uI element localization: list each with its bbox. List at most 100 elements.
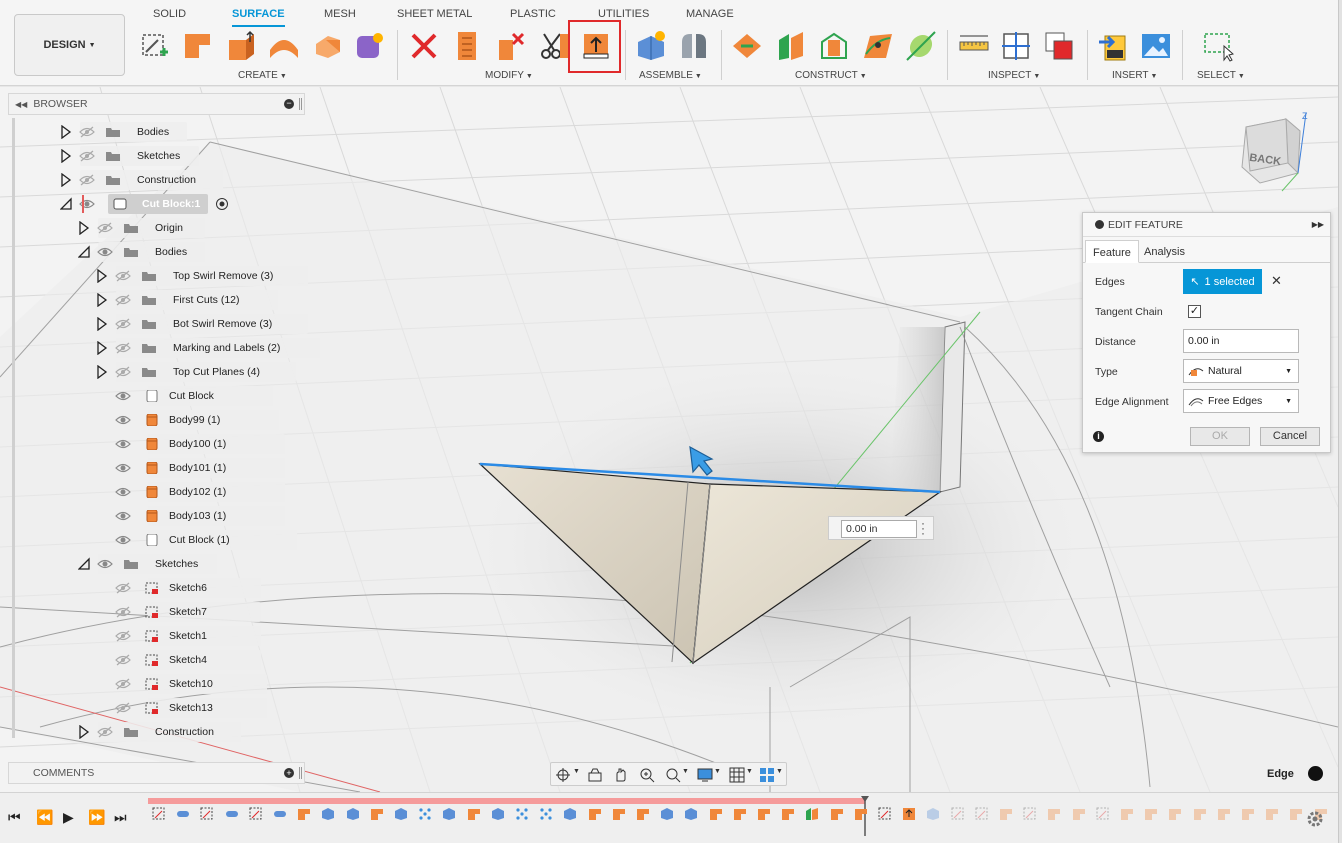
visibility-eye-icon[interactable] xyxy=(115,486,131,498)
expand-arrow-icon[interactable] xyxy=(60,149,72,163)
timeline-feature-icon[interactable] xyxy=(660,807,674,821)
visibility-eye-icon[interactable] xyxy=(97,558,113,570)
browser-item[interactable]: Sketch10 xyxy=(0,673,310,695)
timeline-feature-icon[interactable] xyxy=(999,807,1013,821)
hidden-eye-icon[interactable] xyxy=(97,726,113,738)
visibility-eye-icon[interactable] xyxy=(115,510,131,522)
gear-icon[interactable] xyxy=(1306,810,1324,828)
tangent-plane-icon[interactable] xyxy=(818,30,850,62)
measure-icon[interactable] xyxy=(958,30,990,62)
expand-arrow-icon[interactable] xyxy=(96,341,108,355)
hidden-eye-icon[interactable] xyxy=(79,150,95,162)
browser-item[interactable]: Body100 (1) xyxy=(0,433,310,455)
construct-menu[interactable]: CONSTRUCT ▼ xyxy=(795,70,867,81)
look-at-icon[interactable] xyxy=(587,767,603,783)
selection-filter-icon[interactable] xyxy=(1308,766,1323,781)
timeline-feature-icon[interactable] xyxy=(781,807,795,821)
hidden-eye-icon[interactable] xyxy=(79,174,95,186)
caret-down-icon[interactable]: ▼ xyxy=(714,768,721,775)
browser-item[interactable]: Sketches xyxy=(0,553,310,575)
timeline-feature-icon[interactable] xyxy=(1217,807,1231,821)
browser-scrollbar[interactable] xyxy=(12,118,15,738)
tab-mesh[interactable]: MESH xyxy=(324,8,356,20)
add-comment-icon[interactable]: + xyxy=(284,768,294,778)
hidden-eye-icon[interactable] xyxy=(115,702,131,714)
extrude-surface-icon[interactable] xyxy=(182,30,214,62)
hidden-eye-icon[interactable] xyxy=(115,270,131,282)
insert-svg-icon[interactable] xyxy=(1097,30,1129,62)
timeline-feature-icon[interactable] xyxy=(1265,807,1279,821)
expand-arrow-icon[interactable] xyxy=(78,221,90,235)
clear-selection-icon[interactable]: ✕ xyxy=(1271,273,1282,289)
caret-down-icon[interactable]: ▼ xyxy=(573,768,580,775)
timeline-feature-icon[interactable] xyxy=(709,807,723,821)
timeline-feature-icon[interactable] xyxy=(1072,807,1086,821)
timeline-feature-icon[interactable] xyxy=(467,807,481,821)
inspect-menu[interactable]: INSPECT ▼ xyxy=(988,70,1040,81)
caret-down-icon[interactable]: ▼ xyxy=(682,768,689,775)
hidden-eye-icon[interactable] xyxy=(115,678,131,690)
timeline-feature-icon[interactable] xyxy=(1193,807,1207,821)
timeline-feature-icon[interactable] xyxy=(588,807,602,821)
joint-icon[interactable] xyxy=(678,30,710,62)
timeline-feature-icon[interactable] xyxy=(612,807,626,821)
hidden-eye-icon[interactable] xyxy=(115,342,131,354)
tab-manage[interactable]: MANAGE xyxy=(686,8,734,20)
delete-icon[interactable] xyxy=(408,30,440,62)
timeline-feature-icon[interactable] xyxy=(975,807,989,821)
timeline-progress-bar[interactable] xyxy=(148,798,865,804)
hidden-eye-icon[interactable] xyxy=(115,318,131,330)
expand-icon[interactable]: ▶▶ xyxy=(1312,220,1324,229)
hidden-eye-icon[interactable] xyxy=(79,126,95,138)
panel-pin-icon[interactable] xyxy=(299,98,302,110)
hidden-eye-icon[interactable] xyxy=(115,366,131,378)
distance-manipulator-input[interactable]: 0.00 in xyxy=(841,520,917,538)
timeline-feature-icon[interactable] xyxy=(539,807,553,821)
timeline-feature-icon[interactable] xyxy=(1047,807,1061,821)
hidden-eye-icon[interactable] xyxy=(115,606,131,618)
timeline-feature-icon[interactable] xyxy=(757,807,771,821)
pan-icon[interactable] xyxy=(613,767,629,783)
expand-arrow-icon[interactable] xyxy=(96,317,108,331)
timeline-feature-icon[interactable] xyxy=(297,807,311,821)
timeline-feature-icon[interactable] xyxy=(1241,807,1255,821)
timeline-feature-icon[interactable] xyxy=(249,807,263,821)
step-back-icon[interactable]: ⏪ xyxy=(36,809,53,826)
loft-icon[interactable] xyxy=(312,30,344,62)
timeline-feature-icon[interactable] xyxy=(733,807,747,821)
tab-solid[interactable]: SOLID xyxy=(153,8,186,20)
section-analysis-icon[interactable] xyxy=(1000,30,1032,62)
panel-pin-icon[interactable] xyxy=(299,767,302,779)
axis-through-cylinder-icon[interactable] xyxy=(905,30,937,62)
select-menu[interactable]: SELECT ▼ xyxy=(1197,70,1245,81)
timeline-feature-icon[interactable] xyxy=(394,807,408,821)
timeline-feature-icon[interactable] xyxy=(563,807,577,821)
interference-icon[interactable] xyxy=(1043,30,1075,62)
hidden-eye-icon[interactable] xyxy=(115,294,131,306)
timeline-feature-icon[interactable] xyxy=(346,807,360,821)
tab-utilities[interactable]: UTILITIES xyxy=(598,8,649,20)
timeline-feature-icon[interactable] xyxy=(951,807,965,821)
timeline-feature-icon[interactable] xyxy=(684,807,698,821)
browser-item[interactable]: Sketch7 xyxy=(0,601,310,623)
create-form-icon[interactable] xyxy=(354,30,386,62)
expand-arrow-icon[interactable] xyxy=(60,173,72,187)
tab-feature[interactable]: Feature xyxy=(1085,240,1139,263)
browser-item[interactable]: Sketch1 xyxy=(0,625,310,647)
browser-item[interactable]: Cut Block xyxy=(0,385,310,407)
play-icon[interactable]: ▶ xyxy=(63,809,74,826)
go-to-end-icon[interactable]: ⏭ xyxy=(114,809,127,826)
visibility-eye-icon[interactable] xyxy=(115,438,131,450)
caret-down-icon[interactable]: ▼ xyxy=(776,768,783,775)
browser-header[interactable]: ◀◀ BROWSER − xyxy=(8,93,305,115)
ok-button[interactable]: OK xyxy=(1190,427,1250,446)
expand-arrow-icon[interactable] xyxy=(60,125,72,139)
visibility-eye-icon[interactable] xyxy=(115,390,131,402)
timeline-feature-icon[interactable] xyxy=(854,807,868,821)
timeline-feature-icon[interactable] xyxy=(636,807,650,821)
browser-item[interactable]: Bodies xyxy=(0,121,310,143)
browser-item[interactable]: Marking and Labels (2) xyxy=(0,337,321,359)
go-to-start-icon[interactable]: ⏮ xyxy=(8,809,21,826)
timeline-feature-icon[interactable] xyxy=(1120,807,1134,821)
plane-along-path-icon[interactable] xyxy=(862,30,894,62)
